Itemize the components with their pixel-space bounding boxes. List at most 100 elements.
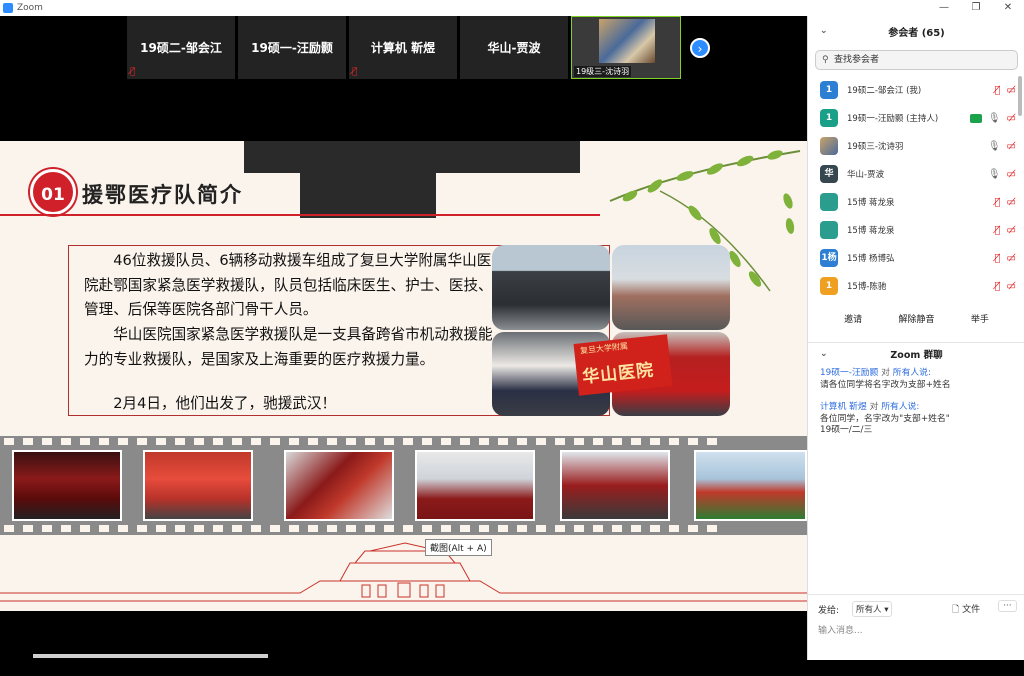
chat-message: 计算机 靳煜 对 所有人说: 各位同学，名字改为"支部+姓名" 19硕一/二/三	[820, 402, 1020, 437]
mic-muted-icon: 🎙̸	[352, 67, 358, 77]
message-body: 请各位同学将名字改为支部+姓名	[820, 379, 951, 390]
participant-status: 🎙̸ ▭̸	[995, 244, 1016, 272]
participant-name: 计算机 靳煜	[370, 41, 436, 55]
video-tile-active[interactable]: 19级三-沈诗羽	[571, 16, 681, 79]
photo	[612, 245, 730, 330]
mic-muted-icon: 🎙̸	[994, 84, 1001, 96]
paragraph: 华山医院国家紧急医学救援队是一支具备跨省市机动救援能力的专业救援队，是国家及上海…	[84, 326, 493, 368]
mic-muted-icon: 🎙̸	[994, 196, 1001, 208]
chat-message: 19硕一-汪励颢 对 所有人说: 请各位同学将名字改为支部+姓名	[820, 368, 1020, 391]
avatar: 华	[820, 165, 838, 183]
raise-hand-button[interactable]: 举手	[965, 309, 995, 328]
video-off-icon: ▭̸	[1006, 224, 1016, 236]
participant-name: 15博-陈驰	[847, 282, 887, 292]
mic-muted-icon: 🎙̸	[994, 252, 1001, 264]
chevron-right-icon[interactable]: ›	[690, 38, 710, 58]
film-photo	[560, 450, 670, 521]
participant-list: 1 19硕二-邹会江 (我) 🎙̸ ▭̸ 1 19硕一-汪励颢 (主持人) 🎙 …	[808, 76, 1016, 300]
film-strip	[0, 436, 807, 535]
unmute-all-button[interactable]: 解除静音	[892, 309, 940, 328]
meeting-area: 19硕二-邹会江 🎙̸ 19硕一-汪励颢 计算机 靳煜 🎙̸ 华山-贾波 19级…	[0, 16, 807, 676]
mic-icon: 🎙	[987, 112, 1001, 124]
participant-row[interactable]: 15博 蒋龙泉 🎙̸ ▭̸	[808, 216, 1016, 244]
video-tile[interactable]: 计算机 靳煜 🎙̸	[349, 16, 457, 79]
participant-name: 15博 蒋龙泉	[847, 226, 895, 236]
mic-muted-icon: 🎙̸	[994, 224, 1001, 236]
search-icon: ⚲	[822, 55, 829, 65]
chat-input[interactable]: 输入消息...	[818, 623, 863, 636]
slide-title: 援鄂医疗队简介	[82, 183, 243, 207]
chat-compose: 发给: 所有人 ▾ 🗋 文件 ··· 输入消息...	[808, 594, 1024, 660]
participants-header: ⌄ 参会者 (65)	[808, 16, 1024, 46]
video-tile[interactable]: 华山-贾波	[460, 16, 568, 79]
avatar: 1	[820, 81, 838, 99]
participant-status: 🎙 ▭̸	[988, 160, 1016, 188]
video-strip: 19硕二-邹会江 🎙̸ 19硕一-汪励颢 计算机 靳煜 🎙̸ 华山-贾波 19级…	[127, 16, 681, 79]
participant-row[interactable]: 1 19硕二-邹会江 (我) 🎙̸ ▭̸	[808, 76, 1016, 104]
video-off-icon: ▭̸	[1006, 140, 1016, 152]
photo	[492, 245, 610, 330]
participant-row[interactable]: 15博 蒋龙泉 🎙̸ ▭̸	[808, 188, 1016, 216]
message-recipient: 所有人说:	[881, 402, 920, 412]
participant-row[interactable]: 1 15博-陈驰 🎙̸ ▭̸	[808, 272, 1016, 300]
screen-share-icon	[969, 113, 982, 123]
maximize-button[interactable]: ❐	[960, 0, 992, 16]
participant-status: 🎙̸ ▭̸	[995, 272, 1016, 300]
file-label: 文件	[962, 605, 981, 615]
video-tile[interactable]: 19硕一-汪励颢	[238, 16, 346, 79]
section-number-badge: 01	[30, 169, 76, 215]
mic-muted-icon: 🎙̸	[130, 67, 136, 77]
message-to-label: 对	[881, 368, 890, 378]
chevron-down-icon[interactable]: ⌄	[820, 349, 828, 359]
close-button[interactable]: ✕	[992, 0, 1024, 16]
title-underline	[0, 214, 600, 216]
participant-actions: 邀请 解除静音 举手	[808, 309, 1024, 328]
participant-status: 🎙 ▭̸	[988, 132, 1016, 160]
title-bar: Zoom — ❐ ✕	[0, 0, 1024, 16]
video-off-icon: ▭̸	[1006, 280, 1016, 292]
tiananmen-outline-decoration	[0, 542, 807, 602]
paragraph: 46位救援队员、6辆移动救援车组成了复旦大学附属华山医院赴鄂国家紧急医学救援队，…	[84, 252, 493, 319]
participant-row[interactable]: 1杨 15博 杨博弘 🎙̸ ▭̸	[808, 244, 1016, 272]
participant-row[interactable]: 1 19硕一-汪励颢 (主持人) 🎙 ▭̸	[808, 104, 1016, 132]
window-controls: — ❐ ✕	[928, 0, 1024, 16]
message-recipient: 所有人说:	[892, 368, 931, 378]
video-feed	[599, 19, 655, 63]
message-sender[interactable]: 计算机 靳煜	[820, 402, 867, 412]
participants-title: 参会者 (65)	[888, 27, 945, 39]
avatar: 1	[820, 277, 838, 295]
video-off-icon: ▭̸	[1006, 84, 1016, 96]
participant-search-input[interactable]: ⚲ 查找参会者	[815, 50, 1018, 70]
file-button[interactable]: 🗋 文件	[952, 602, 980, 618]
chat-title: Zoom 群聊	[890, 349, 943, 361]
participant-name: 15博 杨博弘	[847, 254, 895, 264]
participant-name: 华山-贾波	[847, 170, 885, 180]
mic-icon: 🎙	[987, 140, 1001, 152]
participant-status: 🎙̸ ▭̸	[995, 216, 1016, 244]
video-caption: 19级三-沈诗羽	[574, 66, 632, 77]
video-off-icon: ▭̸	[1006, 168, 1016, 180]
invite-button[interactable]: 邀请	[838, 309, 868, 328]
participant-row[interactable]: 19硕三-沈诗羽 🎙 ▭̸	[808, 132, 1016, 160]
overlay-block	[244, 141, 580, 173]
window-title: Zoom	[17, 3, 43, 13]
minimize-button[interactable]: —	[928, 0, 960, 16]
film-holes-top	[0, 438, 807, 447]
participant-list-scrollbar[interactable]	[1018, 76, 1022, 116]
participant-name: 19硕三-沈诗羽	[847, 142, 904, 152]
shared-slide: 01 援鄂医疗队简介 46位救援队员、6辆移动救援车组成了复旦大学附属华山医院赴…	[0, 141, 807, 611]
participant-row[interactable]: 华 华山-贾波 🎙 ▭̸	[808, 160, 1016, 188]
more-options-button[interactable]: ···	[998, 600, 1017, 612]
zoom-logo-icon	[3, 3, 13, 13]
message-body: 各位同学，名字改为"支部+姓名"	[820, 413, 950, 424]
avatar	[820, 137, 838, 155]
participant-status: 🎙 ▭̸	[969, 104, 1016, 132]
video-tile[interactable]: 19硕二-邹会江 🎙̸	[127, 16, 235, 79]
horizontal-scrollbar[interactable]	[33, 654, 268, 658]
chevron-down-icon[interactable]: ⌄	[820, 26, 828, 36]
message-sender[interactable]: 19硕一-汪励颢	[820, 368, 878, 378]
avatar	[820, 221, 838, 239]
overlay-block	[300, 173, 436, 218]
video-off-icon: ▭̸	[1006, 112, 1016, 124]
recipient-dropdown[interactable]: 所有人 ▾	[852, 601, 893, 617]
